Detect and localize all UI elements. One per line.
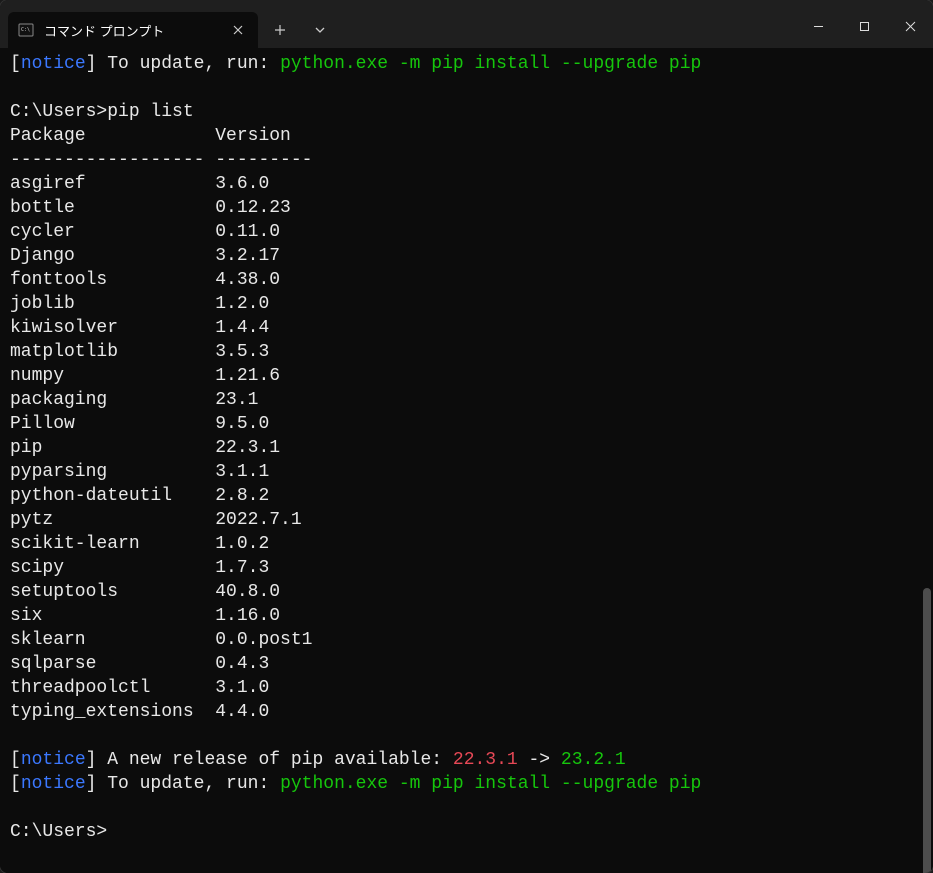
package-row: matplotlib 3.5.3 <box>10 342 269 362</box>
cmd-icon: C:\ <box>18 22 34 38</box>
tab-dropdown-button[interactable] <box>302 12 338 48</box>
package-row: typing_extensions 4.4.0 <box>10 702 269 722</box>
package-list-header: Package Version <box>10 126 291 146</box>
prompt: C:\Users> <box>10 822 107 842</box>
maximize-button[interactable] <box>841 10 887 42</box>
package-row: kiwisolver 1.4.4 <box>10 318 269 338</box>
package-row: asgiref 3.6.0 <box>10 174 269 194</box>
package-row: sqlparse 0.4.3 <box>10 654 269 674</box>
package-row: cycler 0.11.0 <box>10 222 280 242</box>
new-tab-button[interactable] <box>262 12 298 48</box>
package-row: fonttools 4.38.0 <box>10 270 280 290</box>
package-row: joblib 1.2.0 <box>10 294 269 314</box>
package-row: python-dateutil 2.8.2 <box>10 486 269 506</box>
tabs-area: C:\ コマンド プロンプト <box>0 0 338 48</box>
package-row: Django 3.2.17 <box>10 246 280 266</box>
upgrade-command: python.exe -m pip install --upgrade pip <box>280 774 701 794</box>
notice-label: notice <box>21 750 86 770</box>
arrow: -> <box>518 750 561 770</box>
package-row: packaging 23.1 <box>10 390 258 410</box>
package-row: Pillow 9.5.0 <box>10 414 269 434</box>
command: pip list <box>107 102 193 122</box>
package-row: pip 22.3.1 <box>10 438 280 458</box>
divider-line: ------------------ --------- <box>10 150 312 170</box>
svg-text:C:\: C:\ <box>21 27 30 33</box>
close-window-button[interactable] <box>887 10 933 42</box>
package-row: scipy 1.7.3 <box>10 558 269 578</box>
package-row: six 1.16.0 <box>10 606 280 626</box>
tab-title: コマンド プロンプト <box>44 21 218 40</box>
package-list: asgiref 3.6.0 bottle 0.12.23 cycler 0.11… <box>10 174 312 722</box>
notice-text: ] To update, run: <box>86 54 280 74</box>
package-row: scikit-learn 1.0.2 <box>10 534 269 554</box>
window-controls <box>795 10 933 48</box>
package-row: threadpoolctl 3.1.0 <box>10 678 269 698</box>
tab-active[interactable]: C:\ コマンド プロンプト <box>8 12 258 48</box>
upgrade-command: python.exe -m pip install --upgrade pip <box>280 54 701 74</box>
new-version: 23.2.1 <box>561 750 626 770</box>
scrollbar-thumb[interactable] <box>923 588 931 873</box>
prompt: C:\Users> <box>10 102 107 122</box>
notice-text: ] To update, run: <box>86 774 280 794</box>
notice-label: notice <box>21 54 86 74</box>
package-row: pytz 2022.7.1 <box>10 510 302 530</box>
tab-close-button[interactable] <box>228 20 248 40</box>
notice-text: ] A new release of pip available: <box>86 750 453 770</box>
package-row: pyparsing 3.1.1 <box>10 462 269 482</box>
package-row: bottle 0.12.23 <box>10 198 291 218</box>
package-row: sklearn 0.0.post1 <box>10 630 312 650</box>
terminal-window: C:\ コマンド プロンプト <box>0 0 933 873</box>
terminal-output[interactable]: [notice] To update, run: python.exe -m p… <box>0 48 933 873</box>
old-version: 22.3.1 <box>453 750 518 770</box>
titlebar[interactable]: C:\ コマンド プロンプト <box>0 0 933 48</box>
notice-label: notice <box>21 774 86 794</box>
package-row: numpy 1.21.6 <box>10 366 280 386</box>
minimize-button[interactable] <box>795 10 841 42</box>
package-row: setuptools 40.8.0 <box>10 582 280 602</box>
